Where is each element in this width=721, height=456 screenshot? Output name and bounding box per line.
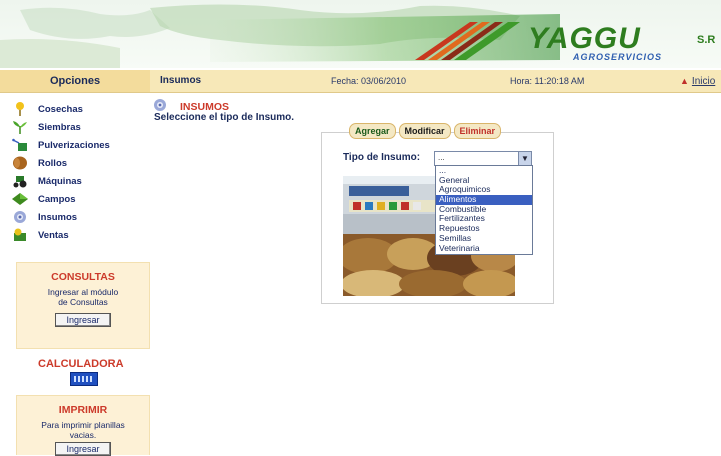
sales-icon bbox=[14, 228, 26, 241]
home-icon: ▲ bbox=[680, 76, 689, 86]
brand-logo: YAGGU bbox=[528, 22, 641, 55]
sidebar-item-rollos[interactable]: Rollos bbox=[12, 154, 147, 172]
sidebar-item-label: Ventas bbox=[38, 229, 69, 241]
sidebar-item-campos[interactable]: Campos bbox=[12, 190, 147, 208]
home-link-label: Inicio bbox=[691, 76, 716, 87]
dropdown-option[interactable]: Veterinaria bbox=[436, 243, 532, 254]
time-display: Hora: 11:20:18 AM bbox=[510, 76, 585, 86]
sidebar-item-siembras[interactable]: Siembras bbox=[12, 118, 147, 136]
sidebar-menu: Cosechas Siembras Pulverizaciones Rollos… bbox=[12, 100, 147, 244]
supplies-icon bbox=[154, 99, 166, 111]
consultas-box: CONSULTAS Ingresar al módulo de Consulta… bbox=[16, 262, 150, 349]
imprimir-box: IMPRIMIR Para imprimir planillas vacias.… bbox=[16, 395, 150, 456]
tipo-insumo-label: Tipo de Insumo: bbox=[343, 152, 421, 163]
sidebar-item-maquinas[interactable]: Máquinas bbox=[12, 172, 147, 190]
wheat-icon bbox=[16, 102, 24, 116]
sidebar-item-label: Campos bbox=[38, 193, 76, 205]
sidebar-item-insumos[interactable]: Insumos bbox=[12, 208, 147, 226]
tipo-insumo-select[interactable]: ... ▼ bbox=[434, 151, 532, 166]
header-banner: YAGGU S.R AGROSERVICIOS bbox=[0, 0, 721, 68]
tab-modificar[interactable]: Modificar bbox=[398, 123, 451, 139]
tractor-icon bbox=[13, 176, 27, 188]
calculator-icon[interactable] bbox=[70, 372, 98, 386]
brand-tagline: AGROSERVICIOS bbox=[573, 52, 663, 62]
consultas-ingresar-button[interactable]: Ingresar bbox=[55, 313, 111, 327]
date-display: Fecha: 03/06/2010 bbox=[331, 76, 407, 86]
sidebar-item-cosechas[interactable]: Cosechas bbox=[12, 100, 147, 118]
tipo-insumo-dropdown: ... General Agroquimicos Alimentos Combu… bbox=[435, 165, 533, 255]
supplies-icon bbox=[14, 211, 26, 223]
imprimir-title: IMPRIMIR bbox=[58, 404, 108, 416]
action-tabs: Agregar Modificar Eliminar bbox=[349, 123, 502, 139]
calculator-title: CALCULADORA bbox=[38, 358, 124, 370]
chevron-down-icon[interactable]: ▼ bbox=[518, 152, 531, 165]
page-subtitle: Seleccione el tipo de Insumo. bbox=[154, 112, 295, 123]
sidebar-item-label: Rollos bbox=[38, 157, 68, 169]
consultas-title: CONSULTAS bbox=[51, 271, 115, 283]
imprimir-description: Para imprimir planillas vacias. bbox=[41, 420, 125, 440]
section-title: Insumos bbox=[160, 75, 202, 86]
home-link[interactable]: ▲ Inicio bbox=[680, 70, 715, 92]
sprayer-icon bbox=[12, 138, 27, 151]
sprout-icon bbox=[13, 121, 27, 134]
tab-agregar[interactable]: Agregar bbox=[349, 123, 396, 139]
sidebar-item-label: Insumos bbox=[38, 211, 78, 223]
sidebar-item-label: Máquinas bbox=[38, 175, 82, 187]
sidebar-item-pulverizaciones[interactable]: Pulverizaciones bbox=[12, 136, 147, 154]
sidebar-item-label: Siembras bbox=[38, 121, 81, 133]
tab-eliminar[interactable]: Eliminar bbox=[453, 123, 502, 139]
sidebar-item-label: Pulverizaciones bbox=[38, 139, 110, 151]
sidebar-item-ventas[interactable]: Ventas bbox=[12, 226, 147, 244]
options-header: Opciones bbox=[0, 70, 150, 92]
brand-suffix: S.R bbox=[697, 34, 716, 46]
hay-roll-icon bbox=[13, 156, 27, 170]
consultas-description: Ingresar al módulo de Consultas bbox=[47, 287, 119, 307]
sidebar-item-label: Cosechas bbox=[38, 103, 83, 115]
select-value: ... bbox=[438, 153, 445, 162]
field-icon bbox=[12, 193, 28, 205]
